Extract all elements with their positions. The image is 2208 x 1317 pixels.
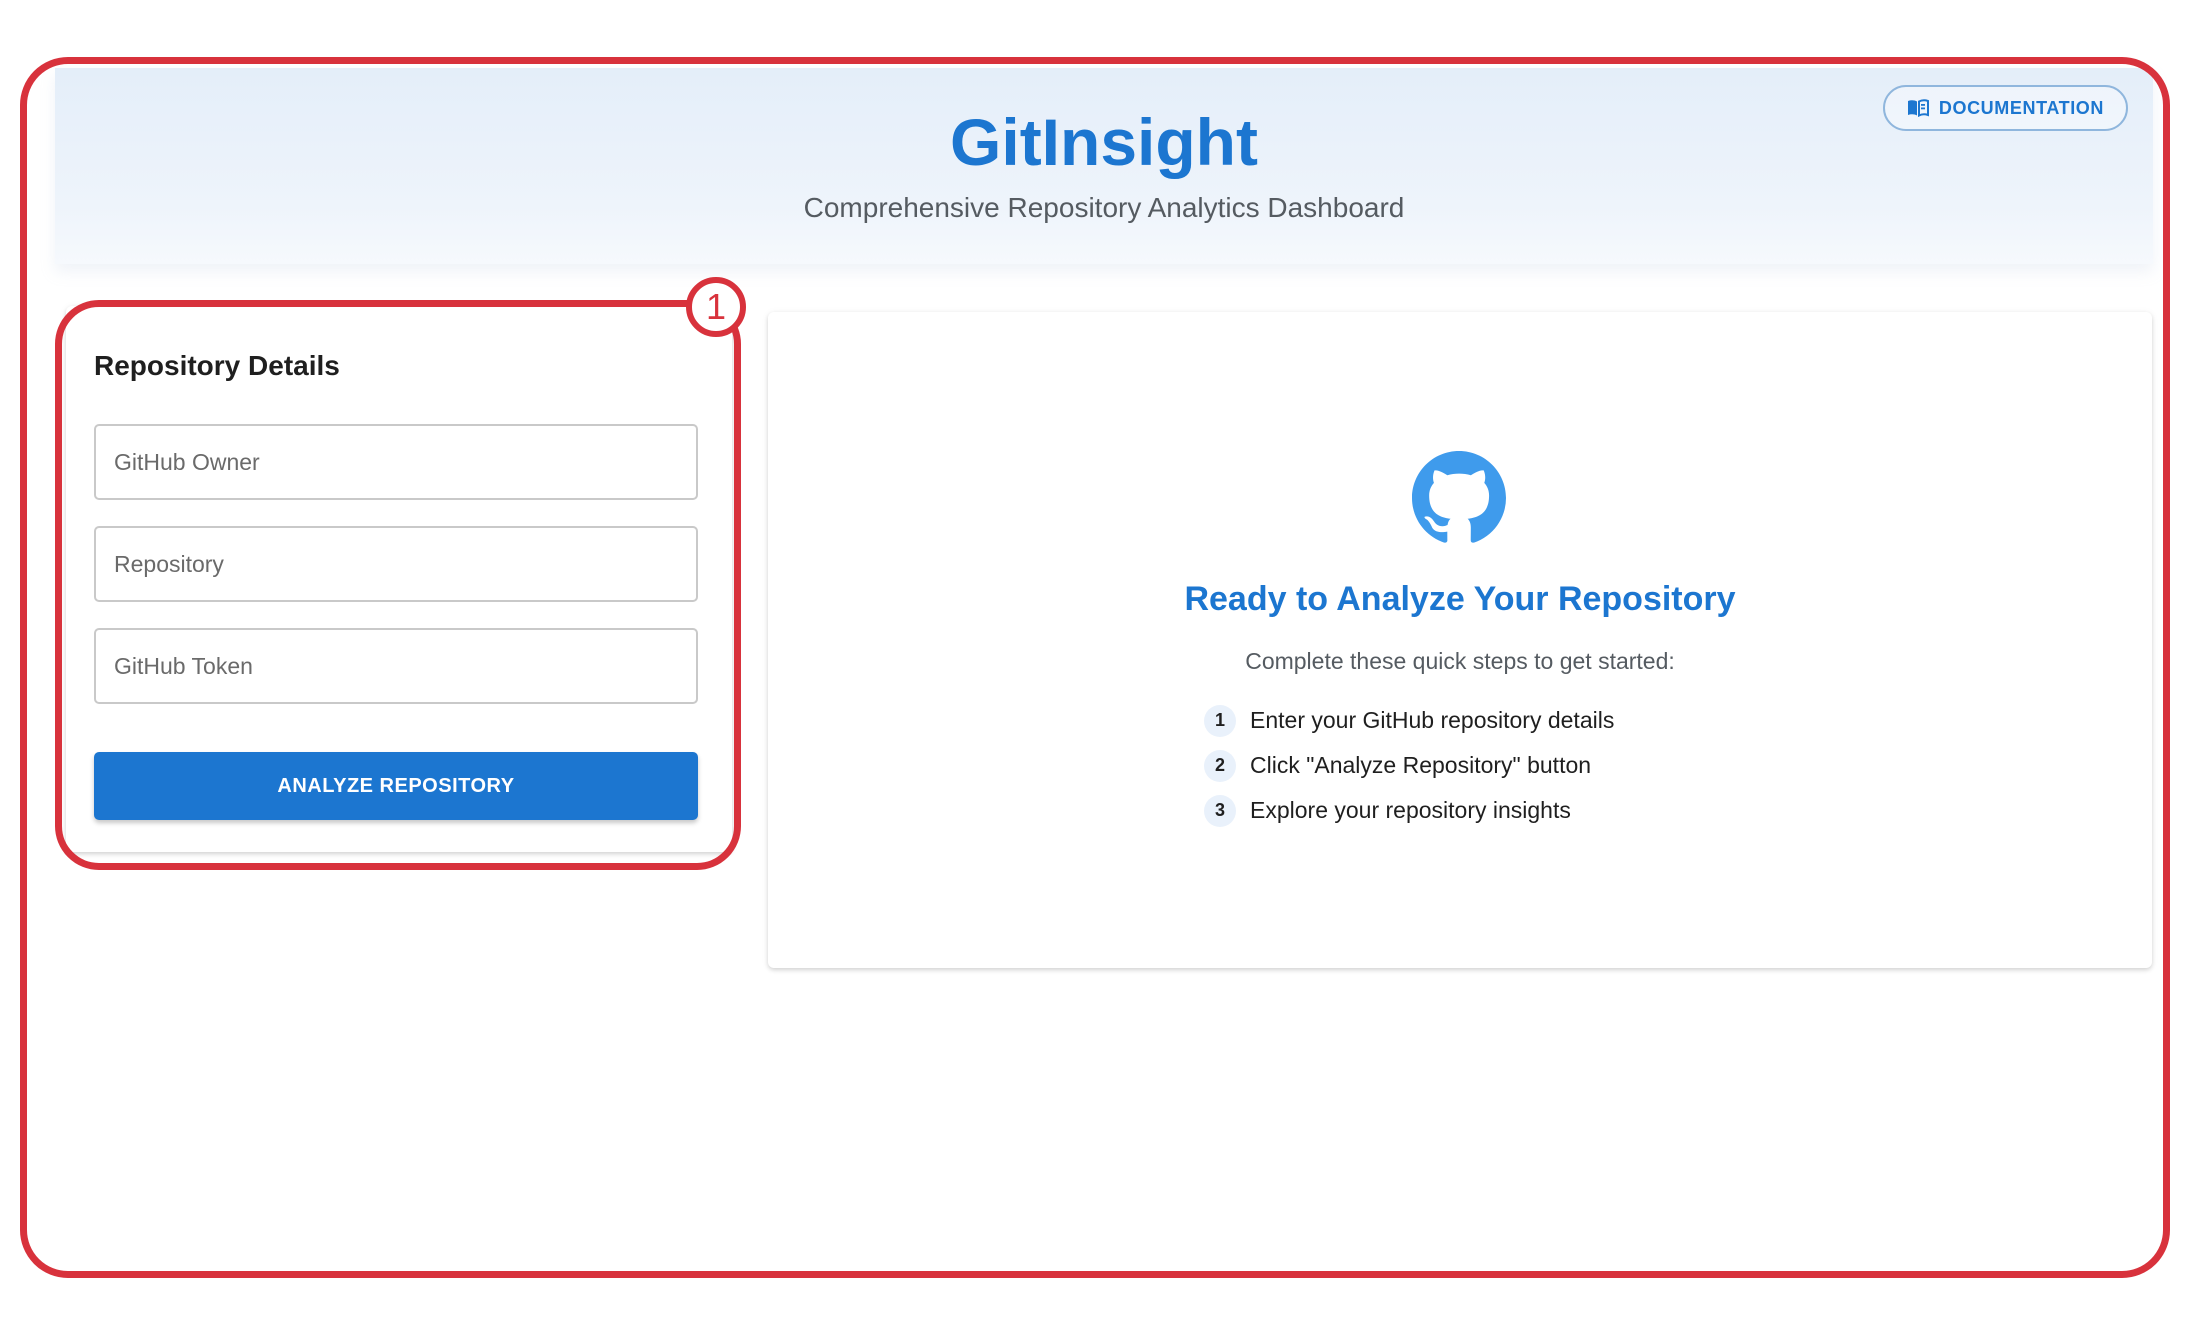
book-icon xyxy=(1907,99,1929,117)
repository-details-panel: Repository Details ANALYZE REPOSITORY xyxy=(66,306,732,852)
step-number: 3 xyxy=(1204,794,1236,827)
steps-list: 1 Enter your GitHub repository details 2… xyxy=(1204,698,1614,833)
step-number: 2 xyxy=(1204,749,1236,782)
documentation-button[interactable]: DOCUMENTATION xyxy=(1882,85,2128,131)
step-text: Explore your repository insights xyxy=(1250,797,1571,823)
github-token-field[interactable] xyxy=(94,628,698,704)
step-text: Click "Analyze Repository" button xyxy=(1250,752,1592,778)
annotation-badge: 1 xyxy=(686,277,746,337)
github-token-input[interactable] xyxy=(96,630,696,702)
repository-details-title: Repository Details xyxy=(94,350,340,381)
step-number: 1 xyxy=(1204,704,1236,737)
welcome-panel: Ready to Analyze Your Repository Complet… xyxy=(768,312,2152,968)
repository-input[interactable] xyxy=(96,528,696,600)
documentation-label: DOCUMENTATION xyxy=(1938,97,2104,118)
github-owner-field[interactable] xyxy=(94,424,698,500)
github-icon xyxy=(1412,451,1506,545)
step-item: 3 Explore your repository insights xyxy=(1204,788,1614,833)
app-subtitle: Comprehensive Repository Analytics Dashb… xyxy=(803,192,1405,223)
repository-field[interactable] xyxy=(94,526,698,602)
welcome-subtitle: Complete these quick steps to get starte… xyxy=(1245,648,1675,674)
github-owner-input[interactable] xyxy=(96,426,696,498)
analyze-repository-button[interactable]: ANALYZE REPOSITORY xyxy=(94,752,698,820)
app-header: GitInsight Comprehensive Repository Anal… xyxy=(55,68,2153,264)
app-title: GitInsight xyxy=(950,105,1258,179)
step-text: Enter your GitHub repository details xyxy=(1250,707,1615,733)
welcome-title: Ready to Analyze Your Repository xyxy=(1184,580,1736,618)
step-item: 2 Click "Analyze Repository" button xyxy=(1204,743,1614,788)
step-item: 1 Enter your GitHub repository details xyxy=(1204,698,1614,743)
